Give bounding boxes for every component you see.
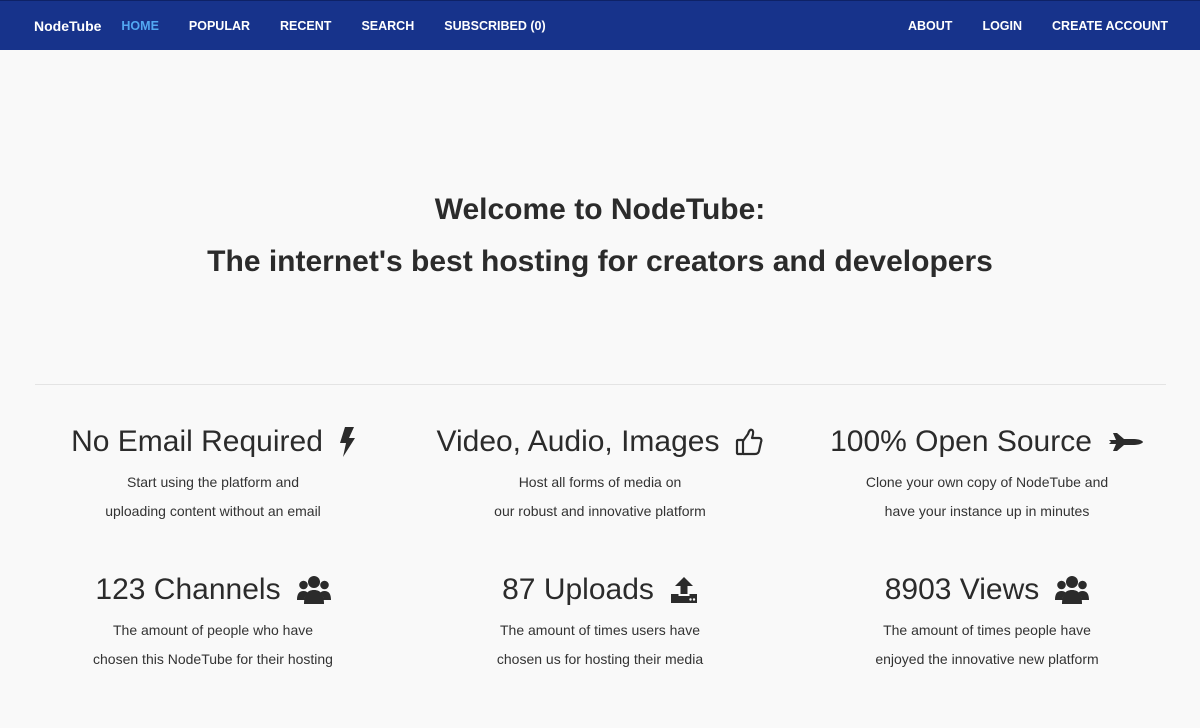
feature-media-types: Video, Audio, Images Host all forms of m… [400, 422, 800, 525]
nav-link-recent[interactable]: RECENT [280, 19, 331, 33]
thumbs-up-icon [735, 428, 763, 456]
stat-title: 123 Channels [95, 573, 281, 606]
feature-desc-line: our robust and innovative platform [494, 502, 706, 519]
upload-icon [670, 576, 698, 604]
stat-desc-line: chosen us for hosting their media [496, 650, 704, 667]
feature-desc-line: Clone your own copy of NodeTube and [865, 474, 1109, 490]
stat-title: 8903 Views [884, 573, 1040, 606]
feature-title: No Email Required [71, 425, 323, 458]
hero-title: Welcome to NodeTube: [434, 193, 766, 226]
stat-desc-line: chosen this NodeTube for their hosting [93, 650, 333, 667]
stat-views: 8903 Views The amount of times people ha… [787, 570, 1187, 673]
nav-right-group: ABOUT LOGIN CREATE ACCOUNT [878, 1, 1168, 51]
stat-uploads: 87 Uploads The amount of times users hav… [400, 570, 800, 673]
brand-logo-link[interactable]: NodeTube [34, 18, 101, 34]
nav-link-about[interactable]: ABOUT [908, 19, 952, 33]
stat-desc-line: The amount of people who have [112, 622, 314, 638]
stat-title: 87 Uploads [502, 573, 654, 606]
nav-link-home[interactable]: HOME [121, 19, 159, 33]
hero-subtitle: The internet's best hosting for creators… [207, 245, 993, 278]
feature-open-source: 100% Open Source Clone your own copy of … [787, 422, 1187, 525]
users-icon [1055, 575, 1090, 605]
nav-link-create-account[interactable]: CREATE ACCOUNT [1052, 19, 1168, 33]
lightning-bolt-icon [339, 427, 355, 457]
stat-desc-line: The amount of times users have [500, 622, 700, 638]
top-navbar: NodeTube HOME POPULAR RECENT SEARCH SUBS… [0, 0, 1200, 50]
nav-link-subscribed[interactable]: SUBSCRIBED (0) [444, 19, 545, 33]
stat-desc-line: enjoyed the innovative new platform [875, 650, 1099, 667]
feature-desc-line: uploading content without an email [105, 502, 321, 519]
nav-link-login[interactable]: LOGIN [982, 19, 1022, 33]
feature-desc-line: have your instance up in minutes [884, 502, 1090, 519]
nav-link-search[interactable]: SEARCH [361, 19, 414, 33]
users-icon [296, 575, 331, 605]
stat-channels: 123 Channels The amount of people who ha… [13, 570, 413, 673]
nav-left-group: NodeTube HOME POPULAR RECENT SEARCH SUBS… [34, 1, 576, 51]
nav-link-popular[interactable]: POPULAR [189, 19, 250, 33]
feature-desc-line: Start using the platform and [127, 474, 299, 490]
section-divider [35, 384, 1166, 385]
feature-title: Video, Audio, Images [436, 425, 720, 458]
stat-desc-line: The amount of times people have [883, 622, 1091, 638]
feature-title: 100% Open Source [830, 425, 1092, 458]
feature-desc-line: Host all forms of media on [518, 474, 682, 490]
feature-no-email: No Email Required Start using the platfo… [13, 422, 413, 525]
fighter-jet-icon [1108, 431, 1144, 453]
